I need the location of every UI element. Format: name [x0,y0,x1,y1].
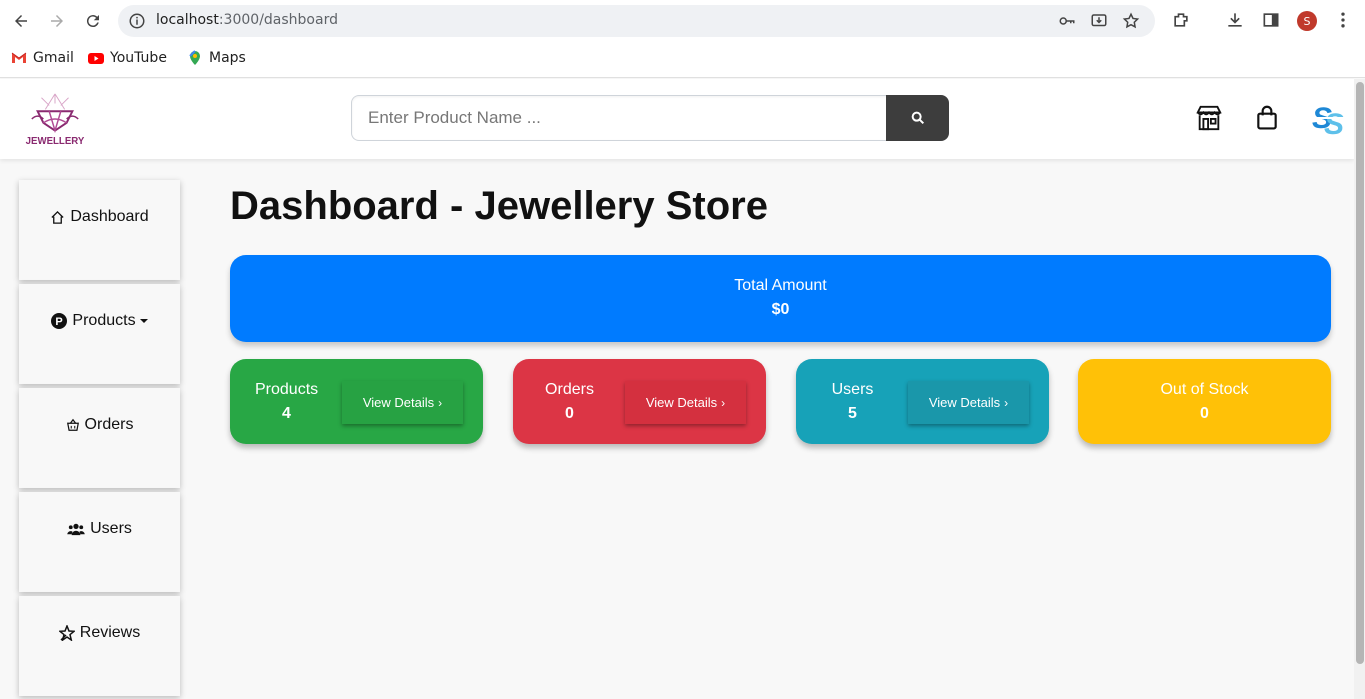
scrollbar-thumb[interactable] [1356,82,1364,664]
orders-count: 0 [565,405,574,422]
products-label: Products [255,381,319,398]
bookmark-maps[interactable]: Maps [187,50,246,66]
sidebar-item-label: Orders [84,416,134,433]
back-icon[interactable] [9,9,33,33]
svg-text:P: P [56,316,63,328]
maps-icon [187,50,203,66]
jewellery-logo[interactable]: JEWELLERY [8,81,102,157]
bookmark-gmail[interactable]: Gmail [11,50,74,66]
products-view-details-button[interactable]: View Details › [342,381,463,424]
users-icon [67,523,85,536]
users-view-details-button[interactable]: View Details › [908,381,1029,424]
gmail-icon [11,50,27,66]
app-header: JEWELLERY S S [0,79,1354,159]
page-title: Dashboard - Jewellery Store [230,184,768,228]
search-input[interactable] [351,95,887,141]
search-icon [911,111,924,125]
products-count: 4 [282,405,291,422]
home-icon [51,210,64,224]
browser-toolbar: localhost:3000/dashboard S [0,0,1365,41]
sidebar-item-products[interactable]: P Products [19,284,180,384]
address-bar[interactable]: localhost:3000/dashboard [118,5,1155,37]
total-amount-card: Total Amount $0 [230,255,1331,342]
store-icon[interactable] [1194,103,1224,133]
users-label: Users [831,381,874,398]
orders-view-details-button[interactable]: View Details › [625,381,746,424]
orders-label: Orders [545,381,594,398]
bookmark-youtube[interactable]: YouTube [88,50,167,66]
menu-icon[interactable] [1333,10,1353,30]
youtube-icon [88,50,104,66]
products-card: Products 4 View Details › [230,359,483,444]
site-info-icon[interactable] [128,12,146,30]
p-circle-icon: P [51,313,68,329]
chevron-down-icon [139,319,148,323]
sidebar-item-users[interactable]: Users [19,492,180,592]
sidebar-item-orders[interactable]: Orders [19,388,180,488]
users-count: 5 [848,405,857,422]
chevron-right-icon: › [438,395,443,410]
profile-avatar[interactable]: S [1297,11,1317,31]
out-of-stock-card: Out of Stock 0 [1078,359,1331,444]
out-of-stock-label: Out of Stock [1160,381,1249,398]
basket-icon [66,418,79,431]
svg-text:S: S [1324,108,1344,138]
bookmarks-bar: Gmail YouTube Maps [0,41,1365,78]
sidebar-item-label: Reviews [79,624,141,641]
users-card: Users 5 View Details › [796,359,1049,444]
chevron-right-icon: › [1004,395,1009,410]
logo-text: JEWELLERY [26,136,85,147]
reload-icon[interactable] [81,9,105,33]
search-button[interactable] [886,95,949,141]
install-app-icon[interactable] [1090,12,1108,30]
extensions-icon[interactable] [1171,10,1191,30]
star-icon [58,625,75,641]
url-text[interactable]: localhost:3000/dashboard [156,12,338,28]
sidebar-item-label: Users [90,520,132,537]
shopping-bag-icon[interactable] [1252,103,1282,133]
orders-card: Orders 0 View Details › [513,359,766,444]
sidebar-item-label: Dashboard [70,208,149,225]
chevron-right-icon: › [721,395,726,410]
total-amount-value: $0 [771,301,790,318]
sidebar-item-reviews[interactable]: Reviews [19,596,180,696]
ss-logo[interactable]: S S [1310,98,1350,141]
sidebar-item-dashboard[interactable]: Dashboard [19,180,180,280]
out-of-stock-count: 0 [1200,405,1209,422]
side-panel-icon[interactable] [1261,10,1281,30]
downloads-icon[interactable] [1225,10,1245,30]
bookmark-star-icon[interactable] [1122,12,1140,30]
forward-icon[interactable] [45,9,69,33]
sidebar-item-label: Products [72,312,136,329]
total-amount-label: Total Amount [734,277,827,294]
key-icon[interactable] [1058,12,1076,30]
